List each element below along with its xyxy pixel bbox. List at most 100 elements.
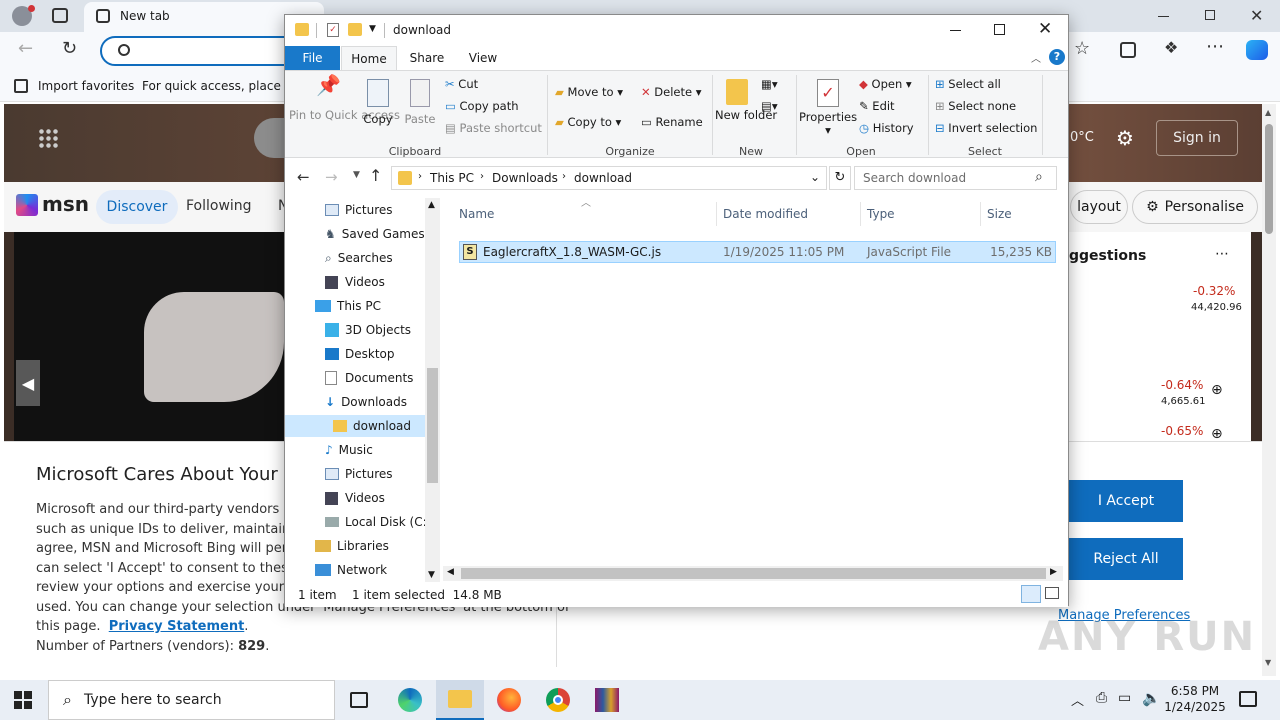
windows-start-icon[interactable] xyxy=(14,691,32,709)
delete-button[interactable]: ✕ Delete ▾ xyxy=(641,85,702,99)
nav-this-pc[interactable]: This PC xyxy=(315,295,381,317)
address-dropdown-icon[interactable]: ⌄ xyxy=(810,170,820,184)
tab-file[interactable]: File xyxy=(285,46,340,70)
scroll-down-arrow[interactable]: ▼ xyxy=(1265,658,1271,667)
tab-view[interactable]: View xyxy=(457,46,509,70)
invert-selection-button[interactable]: ⊟ Invert selection xyxy=(935,121,1037,135)
breadcrumb-this-pc[interactable]: This PC xyxy=(430,171,474,185)
qat-dropdown-icon[interactable]: ▼ xyxy=(369,24,376,34)
import-favorites-link[interactable]: Import favorites xyxy=(38,79,134,93)
collections-icon[interactable] xyxy=(1120,42,1136,58)
properties-button[interactable]: ✓ Properties ▾ xyxy=(799,79,857,137)
nav-pictures-2[interactable]: Pictures xyxy=(325,463,393,485)
tab-home[interactable]: Home xyxy=(341,46,397,70)
nav-network[interactable]: Network xyxy=(315,559,387,581)
layout-button[interactable]: layout xyxy=(1070,190,1128,224)
back-icon[interactable]: ← xyxy=(297,168,310,186)
apps-grid-icon[interactable] xyxy=(38,128,58,148)
column-size[interactable]: Size xyxy=(987,202,1061,226)
column-name[interactable]: Name xyxy=(459,202,717,226)
nav-music[interactable]: ♪ Music xyxy=(325,439,373,461)
rename-button[interactable]: ▭ Rename xyxy=(641,115,703,129)
history-button[interactable]: ◷ History xyxy=(859,121,914,135)
show-hidden-icons[interactable]: ︿ xyxy=(1071,690,1084,709)
refresh-icon[interactable]: ↻ xyxy=(829,166,851,190)
address-bar[interactable] xyxy=(100,36,300,66)
explorer-taskbar-button[interactable] xyxy=(436,680,484,720)
extensions-icon[interactable]: ❖ xyxy=(1164,38,1178,57)
column-date[interactable]: Date modified xyxy=(723,202,861,226)
breadcrumb-download[interactable]: download xyxy=(574,171,632,185)
nav-local-disk[interactable]: Local Disk (C:) xyxy=(325,511,431,533)
move-to-button[interactable]: ▰ Move to ▾ xyxy=(555,85,623,99)
properties-quick-icon[interactable]: ✓ xyxy=(327,23,339,37)
close-icon[interactable]: ✕ xyxy=(1250,6,1263,25)
easy-access-button[interactable]: ▤▾ xyxy=(761,99,778,113)
tab-following[interactable]: Following xyxy=(186,198,252,214)
privacy-statement-link[interactable]: Privacy Statement xyxy=(109,619,245,634)
pin-quick-access-button[interactable]: 📌 Pin to Quick access xyxy=(289,75,400,122)
nav-saved-games[interactable]: ♞ Saved Games xyxy=(325,223,425,245)
chrome-icon[interactable] xyxy=(546,688,570,712)
nav-documents[interactable]: Documents xyxy=(325,367,413,389)
nav-searches[interactable]: ⌕ Searches xyxy=(325,247,393,269)
scroll-right-arrow[interactable]: ▶ xyxy=(1050,567,1057,577)
paste-shortcut-button[interactable]: ▤ Paste shortcut xyxy=(445,121,542,135)
file-row[interactable]: S EaglercraftX_1.8_WASM-GC.js 1/19/2025 … xyxy=(459,241,1056,263)
edit-button[interactable]: ✎ Edit xyxy=(859,99,895,113)
settings-gear-icon[interactable]: ⚙ xyxy=(1116,126,1134,150)
refresh-icon[interactable]: ↻ xyxy=(62,38,77,59)
task-view-icon[interactable] xyxy=(350,692,368,708)
nav-videos-2[interactable]: Videos xyxy=(325,487,385,509)
taskbar-search[interactable]: ⌕ Type here to search xyxy=(48,680,335,720)
page-scrollbar[interactable]: ▲ ▼ xyxy=(1262,104,1276,676)
scroll-thumb[interactable] xyxy=(1265,124,1273,234)
network-icon[interactable]: ▭ xyxy=(1118,690,1131,706)
open-button[interactable]: ◆ Open ▾ xyxy=(859,77,912,91)
msn-search-pill[interactable] xyxy=(254,118,288,158)
minimize-icon[interactable] xyxy=(1158,16,1169,17)
scroll-left-arrow[interactable]: ◀ xyxy=(447,567,454,577)
select-none-button[interactable]: ⊞ Select none xyxy=(935,99,1016,113)
collapse-ribbon-icon[interactable]: ︿ xyxy=(1031,50,1041,65)
edge-taskbar-icon[interactable] xyxy=(398,688,422,712)
stock-2-add-icon[interactable]: ⊕ xyxy=(1211,382,1223,398)
restore-icon[interactable] xyxy=(1205,10,1215,20)
more-icon[interactable]: ⋯ xyxy=(1206,36,1224,57)
stock-3-add-icon[interactable]: ⊕ xyxy=(1211,426,1223,442)
winrar-icon[interactable] xyxy=(595,688,619,712)
scroll-down-arrow[interactable]: ▼ xyxy=(428,570,435,580)
scroll-up-arrow[interactable]: ▲ xyxy=(428,200,435,210)
details-view-icon[interactable] xyxy=(1021,585,1041,603)
forward-icon[interactable]: → xyxy=(325,168,338,186)
address-bar[interactable]: › This PC › Downloads › download ⌄ xyxy=(391,166,827,190)
paste-button[interactable]: Paste xyxy=(401,79,439,126)
scroll-thumb[interactable] xyxy=(427,368,438,483)
nav-desktop[interactable]: Desktop xyxy=(325,343,395,365)
favorite-star-icon[interactable]: ☆ xyxy=(1074,38,1090,59)
back-icon[interactable]: ← xyxy=(18,38,33,59)
accept-button[interactable]: I Accept xyxy=(1069,480,1183,522)
search-box[interactable]: Search download ⌕ xyxy=(854,166,1057,190)
clock[interactable]: 6:58 PM 1/24/2025 xyxy=(1160,683,1230,715)
large-icons-view-icon[interactable] xyxy=(1045,587,1059,599)
nav-downloads[interactable]: ↓ Downloads xyxy=(325,391,407,413)
copy-path-button[interactable]: ▭ Copy path xyxy=(445,99,519,113)
maximize-icon[interactable] xyxy=(994,24,1005,35)
scroll-thumb[interactable] xyxy=(461,568,1046,579)
reject-all-button[interactable]: Reject All xyxy=(1069,538,1183,580)
column-type[interactable]: Type xyxy=(867,202,981,226)
horizontal-scrollbar[interactable]: ◀ ▶ xyxy=(443,566,1063,581)
firefox-icon[interactable] xyxy=(497,688,521,712)
nav-pictures[interactable]: Pictures xyxy=(325,199,393,221)
help-icon[interactable]: ? xyxy=(1049,49,1065,65)
tab-discover[interactable]: Discover xyxy=(96,190,178,224)
personalise-button[interactable]: ⚙ Personalise xyxy=(1132,190,1258,224)
nav-3d-objects[interactable]: 3D Objects xyxy=(325,319,411,341)
recent-dropdown-icon[interactable]: ▼ xyxy=(353,170,360,180)
scroll-up-arrow[interactable]: ▲ xyxy=(1265,108,1271,117)
new-folder-button[interactable]: New folder xyxy=(715,79,777,122)
nav-videos[interactable]: Videos xyxy=(325,271,385,293)
action-center-icon[interactable] xyxy=(1239,691,1257,707)
cut-button[interactable]: ✂ Cut xyxy=(445,77,478,91)
